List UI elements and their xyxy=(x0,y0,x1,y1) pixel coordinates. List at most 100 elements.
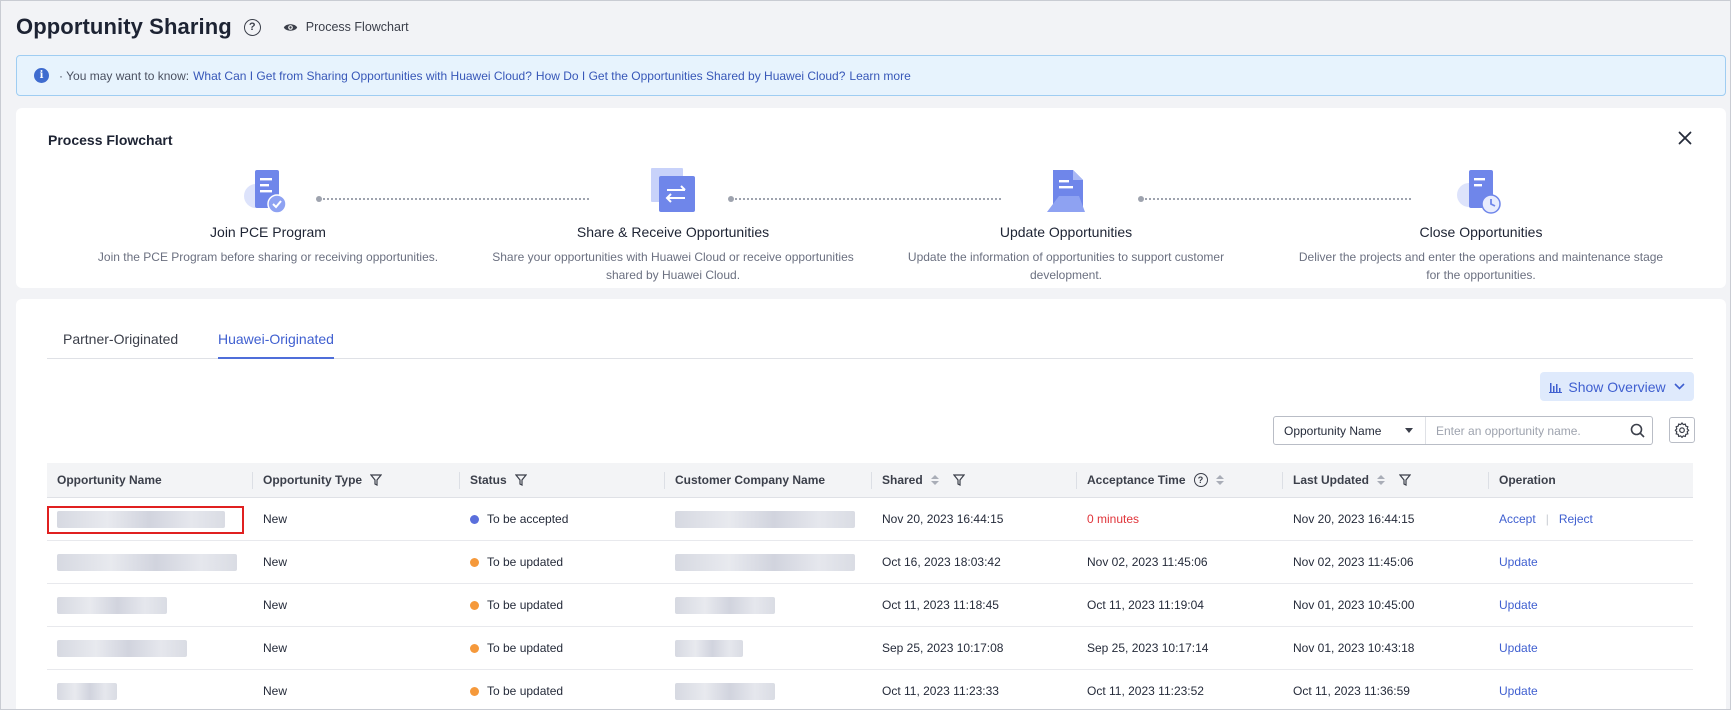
app-window: Opportunity Sharing ? Process Flowchart … xyxy=(0,0,1731,710)
opportunity-type-cell: New xyxy=(263,598,288,612)
flow-step-title: Join PCE Program xyxy=(210,224,326,240)
document-check-icon xyxy=(243,168,293,218)
show-overview-button[interactable]: Show Overview xyxy=(1540,372,1694,401)
status-cell: To be accepted xyxy=(460,498,665,540)
column-header-acceptance-time: Acceptance Time ? xyxy=(1077,463,1283,497)
notice-link-get-shared[interactable]: How Do I Get the Opportunities Shared by… xyxy=(536,69,846,83)
customer-company-cell xyxy=(665,627,872,669)
opportunity-name-cell[interactable] xyxy=(47,670,253,709)
sort-icon[interactable] xyxy=(1215,475,1224,485)
redacted-company xyxy=(675,510,855,528)
status-cell: To be updated xyxy=(460,584,665,626)
notice-prefix: · You may want to know: xyxy=(59,68,190,83)
status-cell: To be updated xyxy=(460,627,665,669)
column-header-opportunity-name: Opportunity Name xyxy=(47,463,253,497)
search-input[interactable] xyxy=(1426,417,1622,444)
update-button[interactable]: Update xyxy=(1499,641,1538,655)
customer-company-cell xyxy=(665,541,872,583)
table-row: New To be accepted Nov 20, 2023 16:44:15… xyxy=(47,498,1693,541)
status-dot xyxy=(470,514,479,524)
notice-link-learn-more[interactable]: Learn more xyxy=(849,69,910,83)
flow-step-title: Update Opportunities xyxy=(999,224,1133,240)
search-bar: Opportunity Name xyxy=(1273,416,1653,445)
opportunity-type-cell: New xyxy=(263,641,288,655)
redacted-name xyxy=(57,553,237,571)
exchange-icon xyxy=(648,168,698,218)
flowchart-title: Process Flowchart xyxy=(48,132,173,148)
info-notice: i · You may want to know: What Can I Get… xyxy=(16,55,1726,96)
opportunity-type-cell: New xyxy=(263,512,288,526)
status-dot xyxy=(470,600,479,610)
customer-company-cell xyxy=(665,498,872,540)
acceptance-time-cell: Oct 11, 2023 11:19:04 xyxy=(1087,598,1204,612)
customer-company-cell xyxy=(665,670,872,709)
document-edit-icon xyxy=(1041,168,1091,218)
redacted-name xyxy=(57,596,167,614)
operation-cell: Update xyxy=(1489,584,1693,626)
operation-cell: Accept | Reject xyxy=(1489,498,1693,540)
process-flowchart-panel: Process Flowchart Join PCE Program Join … xyxy=(16,108,1726,288)
shared-cell: Oct 11, 2023 11:18:45 xyxy=(882,598,999,612)
gear-icon xyxy=(1674,422,1690,438)
opportunity-name-cell[interactable] xyxy=(47,498,253,540)
column-header-opportunity-type: Opportunity Type xyxy=(253,463,460,497)
customer-company-cell xyxy=(665,584,872,626)
redacted-name xyxy=(57,639,187,657)
flow-step-desc: Update the information of opportunities … xyxy=(907,250,1225,282)
close-icon[interactable] xyxy=(1678,131,1692,145)
filter-icon[interactable] xyxy=(370,474,383,486)
update-button[interactable]: Update xyxy=(1499,555,1538,569)
opportunity-type-cell: New xyxy=(263,684,288,698)
operation-cell: Update xyxy=(1489,670,1693,709)
last-updated-cell: Nov 02, 2023 11:45:06 xyxy=(1293,555,1414,569)
update-button[interactable]: Update xyxy=(1499,598,1538,612)
column-header-operation: Operation xyxy=(1499,473,1556,487)
status-cell: To be updated xyxy=(460,670,665,709)
tab-huawei-originated[interactable]: Huawei-Originated xyxy=(218,331,334,359)
search-icon[interactable] xyxy=(1622,423,1652,438)
help-icon[interactable]: ? xyxy=(243,18,261,36)
filter-icon[interactable] xyxy=(1399,474,1412,486)
table-row: New To be updated Sep 25, 2023 10:17:08 … xyxy=(47,627,1693,670)
opportunity-name-cell[interactable] xyxy=(47,627,253,669)
sort-icon[interactable] xyxy=(930,475,939,485)
settings-button[interactable] xyxy=(1669,417,1695,443)
table-row: New To be updated Oct 16, 2023 18:03:42 … xyxy=(47,541,1693,584)
flow-step-desc: Deliver the projects and enter the opera… xyxy=(1298,250,1664,282)
column-header-status: Status xyxy=(460,463,665,497)
column-header-shared: Shared xyxy=(872,463,1077,497)
flow-step-desc: Join the PCE Program before sharing or r… xyxy=(97,250,439,264)
opportunity-table: Opportunity Name Opportunity Type Status… xyxy=(47,463,1693,709)
search-field-select[interactable]: Opportunity Name xyxy=(1274,417,1426,444)
flow-step-update: Update Opportunities Update the informat… xyxy=(876,168,1256,284)
process-flowchart-toggle[interactable]: Process Flowchart xyxy=(283,20,409,34)
help-icon[interactable]: ? xyxy=(1193,473,1208,487)
flow-step-title: Close Opportunities xyxy=(1419,224,1543,240)
filter-icon[interactable] xyxy=(952,474,965,486)
opportunity-name-cell[interactable] xyxy=(47,584,253,626)
redacted-name xyxy=(57,682,117,700)
filter-icon[interactable] xyxy=(514,474,527,486)
last-updated-cell: Nov 20, 2023 16:44:15 xyxy=(1293,512,1415,526)
tab-bar: Partner-Originated Huawei-Originated xyxy=(47,321,1693,359)
tab-partner-originated[interactable]: Partner-Originated xyxy=(63,331,178,357)
flow-step-desc: Share your opportunities with Huawei Clo… xyxy=(492,250,854,282)
shared-cell: Nov 20, 2023 16:44:15 xyxy=(882,512,1004,526)
info-icon: i xyxy=(34,68,49,83)
update-button[interactable]: Update xyxy=(1499,684,1538,698)
status-dot xyxy=(470,686,479,696)
accept-button[interactable]: Accept xyxy=(1499,512,1536,526)
page-title: Opportunity Sharing xyxy=(16,14,232,39)
table-row: New To be updated Oct 11, 2023 11:23:33 … xyxy=(47,670,1693,709)
acceptance-time-cell: Oct 11, 2023 11:23:52 xyxy=(1087,684,1204,698)
status-dot xyxy=(470,557,479,567)
notice-link-sharing-benefits[interactable]: What Can I Get from Sharing Opportunitie… xyxy=(193,69,532,83)
reject-button[interactable]: Reject xyxy=(1559,512,1593,526)
sort-icon[interactable] xyxy=(1377,475,1386,485)
redacted-name xyxy=(57,510,225,528)
opportunity-name-cell[interactable] xyxy=(47,541,253,583)
last-updated-cell: Nov 01, 2023 10:43:18 xyxy=(1293,641,1415,655)
operation-cell: Update xyxy=(1489,627,1693,669)
chevron-down-icon xyxy=(1674,383,1685,390)
acceptance-time-cell: 0 minutes xyxy=(1087,512,1140,526)
